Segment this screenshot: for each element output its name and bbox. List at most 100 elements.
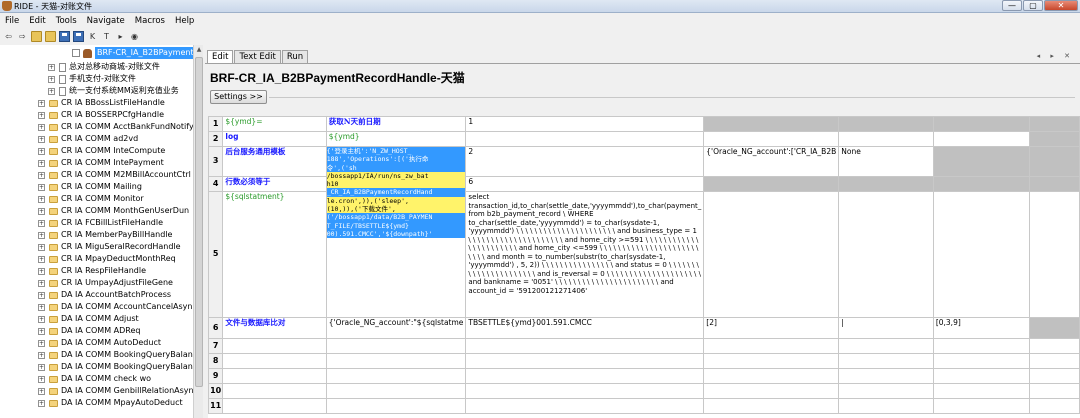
grid-cell[interactable] (325, 353, 467, 369)
menu-file[interactable]: File (0, 16, 24, 26)
grid-cell[interactable] (932, 116, 1030, 132)
scroll-thumb[interactable] (195, 57, 203, 387)
forward-arrow-icon[interactable]: ⇨ (17, 31, 28, 42)
grid-cell[interactable] (703, 191, 840, 318)
grid-cell[interactable] (932, 338, 1030, 354)
tree-item[interactable]: + DA IA COMM AccountCancelAsyn (38, 301, 193, 313)
save-all-icon[interactable] (73, 31, 84, 42)
tree-item[interactable]: + CR IA COMM AcctBankFundNotify (38, 121, 193, 133)
menu-help[interactable]: Help (170, 16, 199, 26)
grid-cell[interactable] (932, 353, 1030, 369)
expand-icon[interactable]: + (38, 147, 45, 155)
row-number[interactable]: 4 (208, 176, 224, 192)
grid-cell[interactable] (1028, 176, 1080, 192)
expand-icon[interactable]: + (48, 63, 55, 71)
expand-icon[interactable]: + (38, 327, 45, 335)
row-number[interactable]: 3 (208, 146, 224, 177)
grid-cell[interactable] (465, 383, 705, 399)
grid-cell[interactable]: 2 (465, 146, 705, 177)
tree-item[interactable]: + 手机支付-对账文件 (48, 73, 136, 85)
test-checkbox[interactable] (72, 49, 80, 57)
grid-cell[interactable]: {'Oracle_NG_account':['CR_IA_B2B (703, 146, 840, 177)
tab-nav-arrows[interactable]: ◂ ▸ ✕ (1037, 52, 1074, 60)
grid-cell[interactable] (1028, 383, 1080, 399)
tree-item[interactable]: + DA IA COMM GenbillRelationAsyn (38, 385, 193, 397)
expand-icon[interactable]: + (38, 159, 45, 167)
grid-cell[interactable] (1028, 398, 1080, 414)
expand-icon[interactable]: + (48, 87, 55, 95)
grid-cell[interactable] (1028, 116, 1080, 132)
expand-icon[interactable]: + (38, 315, 45, 323)
tree-item[interactable]: BRF-CR_IA_B2BPaymentRecordHandle-天猫 (72, 47, 193, 59)
grid-cell[interactable] (1028, 317, 1080, 339)
expand-icon[interactable]: + (38, 363, 45, 371)
grid-cell[interactable] (703, 398, 840, 414)
grid-cell[interactable] (703, 338, 840, 354)
grid-cell[interactable] (838, 398, 934, 414)
grid-cell[interactable] (932, 383, 1030, 399)
grid-cell[interactable] (838, 383, 934, 399)
menu-navigate[interactable]: Navigate (82, 16, 130, 26)
expand-icon[interactable]: + (38, 207, 45, 215)
expand-icon[interactable]: + (38, 303, 45, 311)
tree-item[interactable]: + CR IA COMM M2MBillAccountCtrl (38, 169, 191, 181)
tree-item[interactable]: + DA IA COMM check wo (38, 373, 151, 385)
grid-cell[interactable] (932, 131, 1030, 147)
grid-cell[interactable] (703, 116, 840, 132)
expand-icon[interactable]: + (38, 111, 45, 119)
expand-icon[interactable]: + (38, 351, 45, 359)
row-number[interactable]: 6 (208, 317, 224, 339)
expand-icon[interactable]: + (38, 279, 45, 287)
tree-item[interactable]: + CR IA COMM InteCompute (38, 145, 165, 157)
tree-item[interactable]: + CR IA BOSSERPCfgHandle (38, 109, 164, 121)
operations-code-cell[interactable]: {'登录主机':'N_ZW_HOST_ 188','Operations':[(… (325, 146, 467, 318)
tree-item[interactable]: + DA IA COMM BookingQueryBalanc (38, 361, 193, 373)
expand-icon[interactable]: + (38, 195, 45, 203)
grid-cell[interactable]: {'Oracle_NG_account':"${sqlstatme (325, 317, 467, 339)
expand-icon[interactable]: + (38, 123, 45, 131)
grid-cell[interactable] (838, 353, 934, 369)
run-icon[interactable]: ▸ (115, 31, 126, 42)
grid-cell[interactable] (838, 116, 934, 132)
maximize-button[interactable]: ▢ (1023, 0, 1043, 11)
grid-cell[interactable] (1028, 191, 1080, 318)
grid-cell[interactable] (703, 353, 840, 369)
grid-cell[interactable] (932, 368, 1030, 384)
open-folder-icon[interactable] (31, 31, 42, 42)
grid-cell[interactable] (1028, 353, 1080, 369)
tree-item[interactable]: + DA IA COMM BookingQueryBalanc (38, 349, 193, 361)
grid-cell[interactable] (1028, 146, 1080, 177)
grid-cell[interactable] (222, 338, 327, 354)
grid-cell[interactable] (703, 131, 840, 147)
grid-cell[interactable]: [0,3,9] (932, 317, 1030, 339)
grid-cell[interactable] (932, 146, 1030, 177)
expand-icon[interactable]: + (38, 267, 45, 275)
grid-cell[interactable] (222, 368, 327, 384)
tree-item[interactable]: + CR IA UmpayAdjustFileGene (38, 277, 173, 289)
expand-icon[interactable]: + (38, 375, 45, 383)
tree-item[interactable]: + CR IA RespFileHandle (38, 265, 146, 277)
row-number[interactable]: 11 (208, 398, 224, 414)
grid-cell[interactable] (838, 368, 934, 384)
tree-item[interactable]: + DA IA COMM MpayAutoDeduct (38, 397, 183, 409)
tree-scrollbar[interactable]: ▲ (193, 45, 203, 418)
expand-icon[interactable]: + (38, 99, 45, 107)
tree-item[interactable]: + 统一支付系统MM返利充值业务 (48, 85, 179, 97)
row-number[interactable]: 7 (208, 338, 224, 354)
expand-icon[interactable]: + (38, 339, 45, 347)
tree-item[interactable]: + CR IA COMM Monitor (38, 193, 144, 205)
expand-icon[interactable]: + (38, 399, 45, 407)
grid-cell[interactable]: TBSETTLE${ymd}001.591.CMCC (465, 317, 705, 339)
tree-item[interactable]: + CR IA FCBillListFileHandle (38, 217, 163, 229)
search-keyword-icon[interactable]: K (87, 31, 98, 42)
close-button[interactable]: ✕ (1044, 0, 1078, 11)
row-number[interactable]: 1 (208, 116, 224, 132)
expand-icon[interactable]: + (38, 291, 45, 299)
grid-cell[interactable]: log (222, 131, 327, 147)
grid-cell[interactable] (703, 368, 840, 384)
grid-cell[interactable]: 获取N天前日期 (325, 116, 467, 132)
tree-item[interactable]: + CR IA COMM MonthGenUserDun (38, 205, 189, 217)
tree-item[interactable]: + CR IA MemberPayBillHandle (38, 229, 172, 241)
grid-cell[interactable] (325, 398, 467, 414)
grid-cell[interactable] (465, 368, 705, 384)
